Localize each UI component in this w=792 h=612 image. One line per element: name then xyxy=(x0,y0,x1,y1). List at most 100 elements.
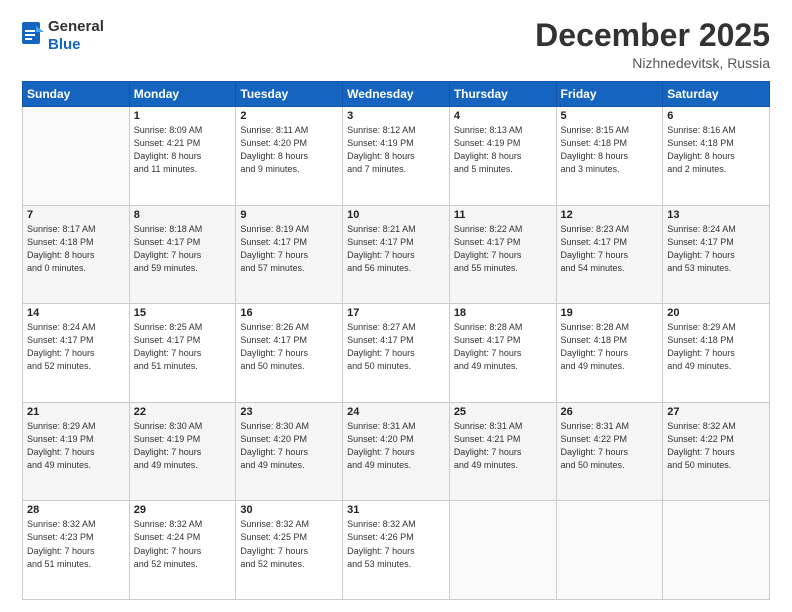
day-info: Sunrise: 8:30 AM Sunset: 4:20 PM Dayligh… xyxy=(240,420,338,472)
day-info: Sunrise: 8:12 AM Sunset: 4:19 PM Dayligh… xyxy=(347,124,445,176)
day-info: Sunrise: 8:16 AM Sunset: 4:18 PM Dayligh… xyxy=(667,124,765,176)
calendar-cell: 18 Sunrise: 8:28 AM Sunset: 4:17 PM Dayli… xyxy=(449,304,556,403)
title-block: December 2025 Nizhnedevitsk, Russia xyxy=(535,18,770,71)
logo-text: General Blue xyxy=(48,18,104,54)
calendar-cell: 30Sunrise: 8:32 AM Sunset: 4:25 PM Dayli… xyxy=(236,501,343,600)
location: Nizhnedevitsk, Russia xyxy=(535,55,770,71)
day-number: 20 xyxy=(667,307,765,319)
calendar-cell xyxy=(556,501,663,600)
day-info: Sunrise: 8:26 AM Sunset: 4:17 PM Dayligh… xyxy=(240,321,338,373)
day-info: Sunrise: 8:31 AM Sunset: 4:21 PM Dayligh… xyxy=(454,420,552,472)
day-number: 2 xyxy=(240,110,338,122)
day-number: 22 xyxy=(134,406,232,418)
day-info: Sunrise: 8:27 AM Sunset: 4:17 PM Dayligh… xyxy=(347,321,445,373)
day-number: 24 xyxy=(347,406,445,418)
day-info: Sunrise: 8:28 AM Sunset: 4:18 PM Dayligh… xyxy=(561,321,659,373)
calendar-cell: 22 Sunrise: 8:30 AM Sunset: 4:19 PM Dayli… xyxy=(129,402,236,501)
header: General Blue December 2025 Nizhnedevitsk… xyxy=(22,18,770,71)
day-number: 12 xyxy=(561,209,659,221)
calendar-cell: 31 Sunrise: 8:32 AM Sunset: 4:26 PM Dayli… xyxy=(343,501,450,600)
day-info: Sunrise: 8:32 AM Sunset: 4:26 PM Dayligh… xyxy=(347,518,445,570)
day-info: Sunrise: 8:32 AM Sunset: 4:23 PM Dayligh… xyxy=(27,518,125,570)
day-info: Sunrise: 8:23 AM Sunset: 4:17 PM Dayligh… xyxy=(561,223,659,275)
day-info: Sunrise: 8:13 AM Sunset: 4:19 PM Dayligh… xyxy=(454,124,552,176)
day-number: 27 xyxy=(667,406,765,418)
weekday-header-saturday: Saturday xyxy=(663,82,770,107)
calendar-cell: 15 Sunrise: 8:25 AM Sunset: 4:17 PM Dayli… xyxy=(129,304,236,403)
day-number: 3 xyxy=(347,110,445,122)
week-row-1: 1Sunrise: 8:09 AM Sunset: 4:21 PM Daylig… xyxy=(23,107,770,206)
calendar-cell: 3 Sunrise: 8:12 AM Sunset: 4:19 PM Daylig… xyxy=(343,107,450,206)
day-info: Sunrise: 8:25 AM Sunset: 4:17 PM Dayligh… xyxy=(134,321,232,373)
day-info: Sunrise: 8:15 AM Sunset: 4:18 PM Dayligh… xyxy=(561,124,659,176)
calendar-body: 1Sunrise: 8:09 AM Sunset: 4:21 PM Daylig… xyxy=(23,107,770,600)
day-number: 7 xyxy=(27,209,125,221)
day-number: 26 xyxy=(561,406,659,418)
day-info: Sunrise: 8:22 AM Sunset: 4:17 PM Dayligh… xyxy=(454,223,552,275)
day-number: 1 xyxy=(134,110,232,122)
calendar-cell: 1Sunrise: 8:09 AM Sunset: 4:21 PM Daylig… xyxy=(129,107,236,206)
day-number: 28 xyxy=(27,504,125,516)
day-number: 16 xyxy=(240,307,338,319)
calendar-cell: 13Sunrise: 8:24 AM Sunset: 4:17 PM Dayli… xyxy=(663,205,770,304)
day-info: Sunrise: 8:17 AM Sunset: 4:18 PM Dayligh… xyxy=(27,223,125,275)
day-info: Sunrise: 8:30 AM Sunset: 4:19 PM Dayligh… xyxy=(134,420,232,472)
calendar-cell: 20 Sunrise: 8:29 AM Sunset: 4:18 PM Dayli… xyxy=(663,304,770,403)
page: General Blue December 2025 Nizhnedevitsk… xyxy=(0,0,792,612)
day-number: 5 xyxy=(561,110,659,122)
month-title: December 2025 xyxy=(535,18,770,53)
day-info: Sunrise: 8:31 AM Sunset: 4:22 PM Dayligh… xyxy=(561,420,659,472)
calendar-cell: 11Sunrise: 8:22 AM Sunset: 4:17 PM Dayli… xyxy=(449,205,556,304)
calendar-cell xyxy=(23,107,130,206)
day-number: 10 xyxy=(347,209,445,221)
calendar-cell: 9 Sunrise: 8:19 AM Sunset: 4:17 PM Daylig… xyxy=(236,205,343,304)
day-info: Sunrise: 8:18 AM Sunset: 4:17 PM Dayligh… xyxy=(134,223,232,275)
day-number: 15 xyxy=(134,307,232,319)
day-number: 31 xyxy=(347,504,445,516)
day-info: Sunrise: 8:32 AM Sunset: 4:22 PM Dayligh… xyxy=(667,420,765,472)
day-info: Sunrise: 8:28 AM Sunset: 4:17 PM Dayligh… xyxy=(454,321,552,373)
calendar-cell: 27 Sunrise: 8:32 AM Sunset: 4:22 PM Dayli… xyxy=(663,402,770,501)
day-info: Sunrise: 8:29 AM Sunset: 4:18 PM Dayligh… xyxy=(667,321,765,373)
weekday-header-tuesday: Tuesday xyxy=(236,82,343,107)
day-info: Sunrise: 8:31 AM Sunset: 4:20 PM Dayligh… xyxy=(347,420,445,472)
calendar-cell: 23 Sunrise: 8:30 AM Sunset: 4:20 PM Dayli… xyxy=(236,402,343,501)
day-number: 23 xyxy=(240,406,338,418)
day-number: 21 xyxy=(27,406,125,418)
weekday-header-row: SundayMondayTuesdayWednesdayThursdayFrid… xyxy=(23,82,770,107)
calendar-cell: 25Sunrise: 8:31 AM Sunset: 4:21 PM Dayli… xyxy=(449,402,556,501)
calendar-cell: 8 Sunrise: 8:18 AM Sunset: 4:17 PM Daylig… xyxy=(129,205,236,304)
day-number: 9 xyxy=(240,209,338,221)
day-info: Sunrise: 8:21 AM Sunset: 4:17 PM Dayligh… xyxy=(347,223,445,275)
day-info: Sunrise: 8:19 AM Sunset: 4:17 PM Dayligh… xyxy=(240,223,338,275)
calendar-cell xyxy=(449,501,556,600)
calendar-cell: 5 Sunrise: 8:15 AM Sunset: 4:18 PM Daylig… xyxy=(556,107,663,206)
logo-general: General xyxy=(48,18,104,35)
day-number: 30 xyxy=(240,504,338,516)
logo-blue: Blue xyxy=(48,36,81,53)
logo-icon xyxy=(22,22,44,50)
week-row-5: 28 Sunrise: 8:32 AM Sunset: 4:23 PM Dayli… xyxy=(23,501,770,600)
weekday-header-friday: Friday xyxy=(556,82,663,107)
calendar-cell: 14Sunrise: 8:24 AM Sunset: 4:17 PM Dayli… xyxy=(23,304,130,403)
calendar-cell: 29Sunrise: 8:32 AM Sunset: 4:24 PM Dayli… xyxy=(129,501,236,600)
calendar-cell: 21 Sunrise: 8:29 AM Sunset: 4:19 PM Dayli… xyxy=(23,402,130,501)
week-row-2: 7 Sunrise: 8:17 AM Sunset: 4:18 PM Daylig… xyxy=(23,205,770,304)
logo: General Blue xyxy=(22,18,104,54)
day-info: Sunrise: 8:32 AM Sunset: 4:24 PM Dayligh… xyxy=(134,518,232,570)
weekday-header-thursday: Thursday xyxy=(449,82,556,107)
day-info: Sunrise: 8:29 AM Sunset: 4:19 PM Dayligh… xyxy=(27,420,125,472)
calendar-cell: 10 Sunrise: 8:21 AM Sunset: 4:17 PM Dayli… xyxy=(343,205,450,304)
weekday-header-wednesday: Wednesday xyxy=(343,82,450,107)
calendar-cell: 17Sunrise: 8:27 AM Sunset: 4:17 PM Dayli… xyxy=(343,304,450,403)
day-number: 8 xyxy=(134,209,232,221)
calendar: SundayMondayTuesdayWednesdayThursdayFrid… xyxy=(22,81,770,600)
calendar-cell: 6 Sunrise: 8:16 AM Sunset: 4:18 PM Daylig… xyxy=(663,107,770,206)
day-number: 18 xyxy=(454,307,552,319)
day-number: 6 xyxy=(667,110,765,122)
day-number: 4 xyxy=(454,110,552,122)
day-info: Sunrise: 8:11 AM Sunset: 4:20 PM Dayligh… xyxy=(240,124,338,176)
calendar-cell: 19Sunrise: 8:28 AM Sunset: 4:18 PM Dayli… xyxy=(556,304,663,403)
calendar-cell: 12 Sunrise: 8:23 AM Sunset: 4:17 PM Dayli… xyxy=(556,205,663,304)
week-row-3: 14Sunrise: 8:24 AM Sunset: 4:17 PM Dayli… xyxy=(23,304,770,403)
